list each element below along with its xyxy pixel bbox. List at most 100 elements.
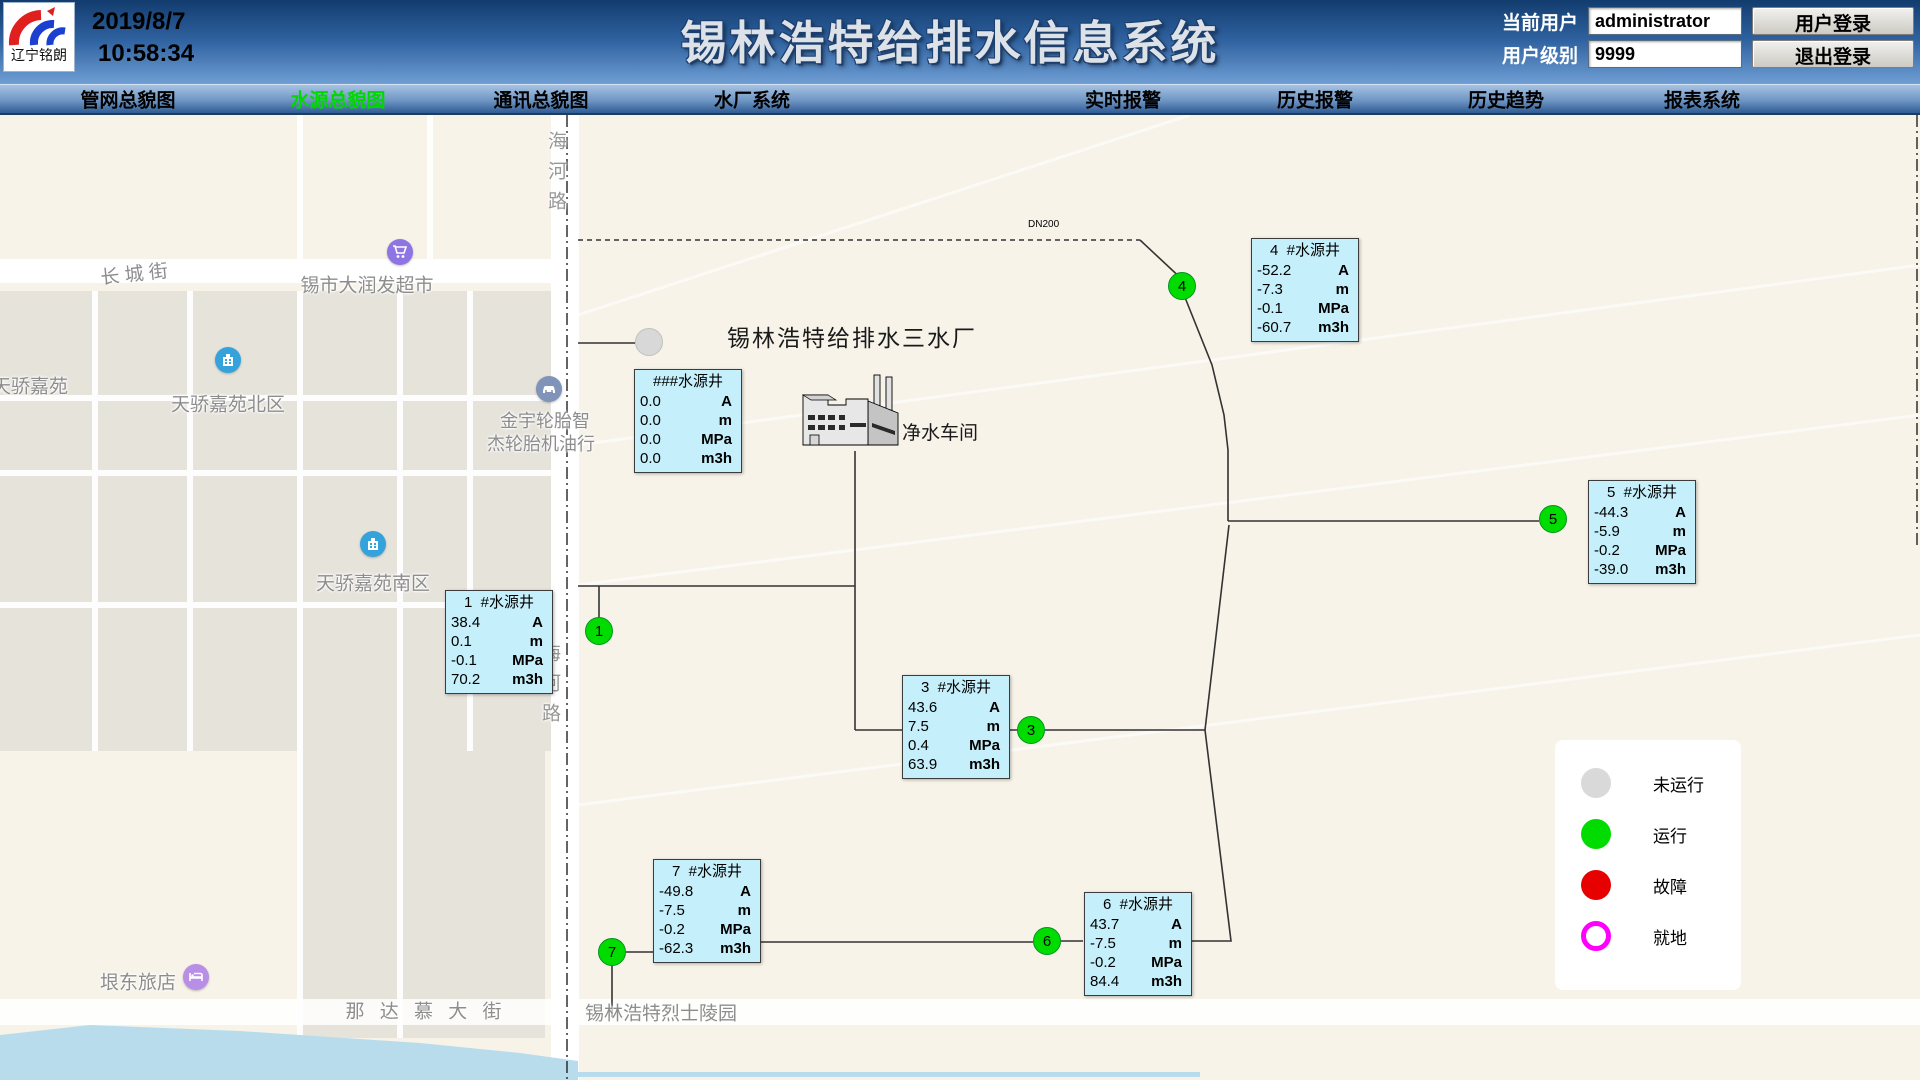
well-value: 43.7	[1090, 915, 1119, 934]
legend-label: 就地	[1653, 924, 1687, 949]
well-value: 0.4	[908, 736, 929, 755]
well-unit: MPa	[1655, 541, 1686, 560]
user-panel: 当前用户 用户登录 用户级别 退出登录	[1502, 6, 1914, 69]
logout-button[interactable]: 退出登录	[1752, 40, 1914, 68]
datetime: 2019/8/7 10:58:34	[92, 6, 194, 70]
road-label-nadamu: 那 达 慕 大 街	[345, 997, 506, 1024]
well-value: 84.4	[1090, 972, 1119, 991]
title-bar: 辽宁铭朗 2019/8/7 10:58:34 锡林浩特给排水信息系统 当前用户 …	[0, 0, 1920, 84]
well-value: -49.8	[659, 882, 693, 901]
well-unit: A	[532, 613, 543, 632]
building-icon	[215, 347, 241, 373]
status-notrunning-icon	[1581, 768, 1611, 798]
well-box-title: 1 #水源井	[446, 591, 552, 613]
well-box-3: 3 #水源井 43.6A 7.5m 0.4MPa 63.9m3h	[902, 675, 1010, 779]
well-unit: A	[1675, 503, 1686, 522]
well-unit: MPa	[701, 430, 732, 449]
poi-label-tianjiao-north: 天骄嘉苑北区	[171, 390, 285, 417]
well-value: 38.4	[451, 613, 480, 632]
well-unit: MPa	[720, 920, 751, 939]
well-unit: MPa	[1318, 299, 1349, 318]
well-unit: A	[989, 698, 1000, 717]
shopping-cart-icon	[387, 239, 413, 265]
time-text: 10:58:34	[92, 38, 194, 70]
status-local-icon	[1581, 921, 1611, 951]
well-value: 63.9	[908, 755, 937, 774]
well-value: -0.1	[451, 651, 477, 670]
workshop-label: 净水车间	[902, 418, 978, 445]
building-icon	[360, 531, 386, 557]
user-level-label: 用户级别	[1502, 41, 1578, 68]
poi-label-jinyu-2: 杰轮胎机油行	[487, 430, 595, 456]
tab-communication-overview[interactable]: 通讯总貌图	[493, 86, 588, 113]
well-value: 43.6	[908, 698, 937, 717]
well-unit: m3h	[1318, 318, 1349, 337]
car-icon	[536, 376, 562, 402]
well-unit: MPa	[512, 651, 543, 670]
well-unit: m	[1673, 522, 1686, 541]
well-value: -62.3	[659, 939, 693, 958]
user-level-input[interactable]	[1588, 40, 1742, 68]
well-box-6: 6 #水源井 43.7A -7.5m -0.2MPa 84.4m3h	[1084, 892, 1192, 996]
well-marker-3[interactable]: 3	[1017, 716, 1045, 744]
well-value: 70.2	[451, 670, 480, 689]
legend-label: 运行	[1653, 822, 1687, 847]
well-value: 0.0	[640, 430, 661, 449]
well-value: 0.0	[640, 449, 661, 468]
well-marker-1[interactable]: 1	[585, 617, 613, 645]
well-unit: A	[721, 392, 732, 411]
well-value: -0.2	[1594, 541, 1620, 560]
well-unit: m3h	[1655, 560, 1686, 579]
tab-realtime-alarm[interactable]: 实时报警	[1085, 86, 1161, 113]
well-value: -44.3	[1594, 503, 1628, 522]
tab-pipe-network-overview[interactable]: 管网总貌图	[80, 86, 175, 113]
logo-arcs-icon	[7, 3, 71, 49]
well-box-title: 6 #水源井	[1085, 893, 1191, 915]
factory-icon	[798, 371, 918, 451]
status-fault-icon	[1581, 870, 1611, 900]
well-marker-4[interactable]: 4	[1168, 272, 1196, 300]
well-unit: m3h	[1151, 972, 1182, 991]
current-user-input[interactable]	[1588, 7, 1742, 35]
legend-label: 故障	[1653, 873, 1687, 898]
main-menu: 管网总貌图 水源总貌图 通讯总貌图 水厂系统 实时报警 历史报警 历史趋势 报表…	[0, 84, 1920, 116]
well-unit: A	[1338, 261, 1349, 280]
well-unit: MPa	[1151, 953, 1182, 972]
well-marker-5[interactable]: 5	[1539, 505, 1567, 533]
well-unit: m3h	[969, 755, 1000, 774]
tab-water-source-overview[interactable]: 水源总貌图	[290, 86, 385, 113]
well-value: -39.0	[1594, 560, 1628, 579]
well-box-title: 4 #水源井	[1252, 239, 1358, 261]
well-box-title: 7 #水源井	[654, 860, 760, 882]
poi-label-tianjiao-south: 天骄嘉苑南区	[316, 569, 430, 596]
well-box-5: 5 #水源井 -44.3A -5.9m -0.2MPa -39.0m3h	[1588, 480, 1696, 584]
tab-report-system[interactable]: 报表系统	[1664, 86, 1740, 113]
tab-water-plant-system[interactable]: 水厂系统	[714, 86, 790, 113]
well-unit: m	[530, 632, 543, 651]
scada-screen: 辽宁铭朗 2019/8/7 10:58:34 锡林浩特给排水信息系统 当前用户 …	[0, 0, 1920, 1080]
poi-label-hotel: 垠东旅店	[100, 968, 176, 995]
well-value: 7.5	[908, 717, 929, 736]
well-unit: m	[987, 717, 1000, 736]
well-unit: m3h	[512, 670, 543, 689]
well-value: 0.0	[640, 392, 661, 411]
well-marker-idle	[635, 328, 663, 356]
well-marker-7[interactable]: 7	[598, 938, 626, 966]
tab-history-alarm[interactable]: 历史报警	[1277, 86, 1353, 113]
well-unit: A	[1171, 915, 1182, 934]
well-marker-6[interactable]: 6	[1033, 927, 1061, 955]
map-canvas[interactable]: 长 城 街 锡市大润发超市 天骄嘉苑 天骄嘉苑北区 金宇轮胎智 杰轮胎机油行 天…	[0, 115, 1920, 1080]
well-value: -7.5	[1090, 934, 1116, 953]
well-value: -52.2	[1257, 261, 1291, 280]
login-button[interactable]: 用户登录	[1752, 7, 1914, 35]
well-unit: m	[1336, 280, 1349, 299]
well-unit: m3h	[720, 939, 751, 958]
pipe-diameter-label: DN200	[1028, 219, 1059, 230]
well-box-1: 1 #水源井 38.4A 0.1m -0.1MPa 70.2m3h	[445, 590, 553, 694]
well-value: -0.2	[659, 920, 685, 939]
tab-history-trend[interactable]: 历史趋势	[1468, 86, 1544, 113]
status-legend: 未运行 运行 故障 就地	[1555, 740, 1741, 990]
well-value: -0.2	[1090, 953, 1116, 972]
poi-label-tianjiao: 天骄嘉苑	[0, 372, 68, 399]
well-box-title: 5 #水源井	[1589, 481, 1695, 503]
